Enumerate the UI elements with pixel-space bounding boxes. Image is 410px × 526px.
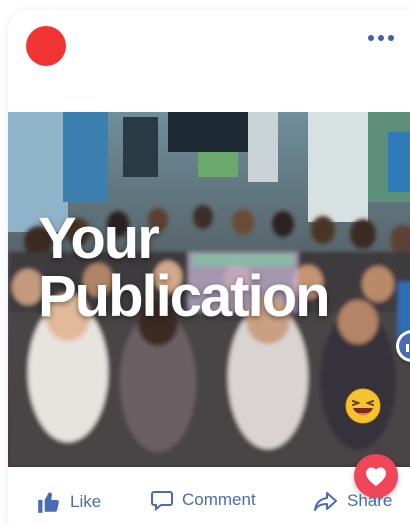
avatar[interactable] xyxy=(26,26,66,66)
thumbs-up-icon xyxy=(36,489,62,515)
share-arrow-icon xyxy=(313,489,339,513)
more-options-icon[interactable] xyxy=(368,32,398,44)
laughing-emoji-icon xyxy=(345,388,381,424)
post-stage: Your Publication Like Comment Share xyxy=(0,0,410,526)
speech-bubble-icon xyxy=(150,489,174,511)
headline-line-2: Publication xyxy=(38,264,331,329)
reaction-like-icon xyxy=(396,330,410,362)
comment-label: Comment xyxy=(182,490,256,509)
publication-headline: Your Publication xyxy=(38,210,331,329)
heart-icon[interactable] xyxy=(354,454,398,498)
like-button[interactable]: Like xyxy=(36,489,101,515)
post-card: Your Publication Like Comment Share xyxy=(8,10,410,526)
comment-button[interactable]: Comment xyxy=(150,489,256,511)
headline-line-1: Your xyxy=(38,206,160,271)
like-label: Like xyxy=(70,492,102,511)
post-actions-bar: Like Comment Share xyxy=(8,467,410,526)
